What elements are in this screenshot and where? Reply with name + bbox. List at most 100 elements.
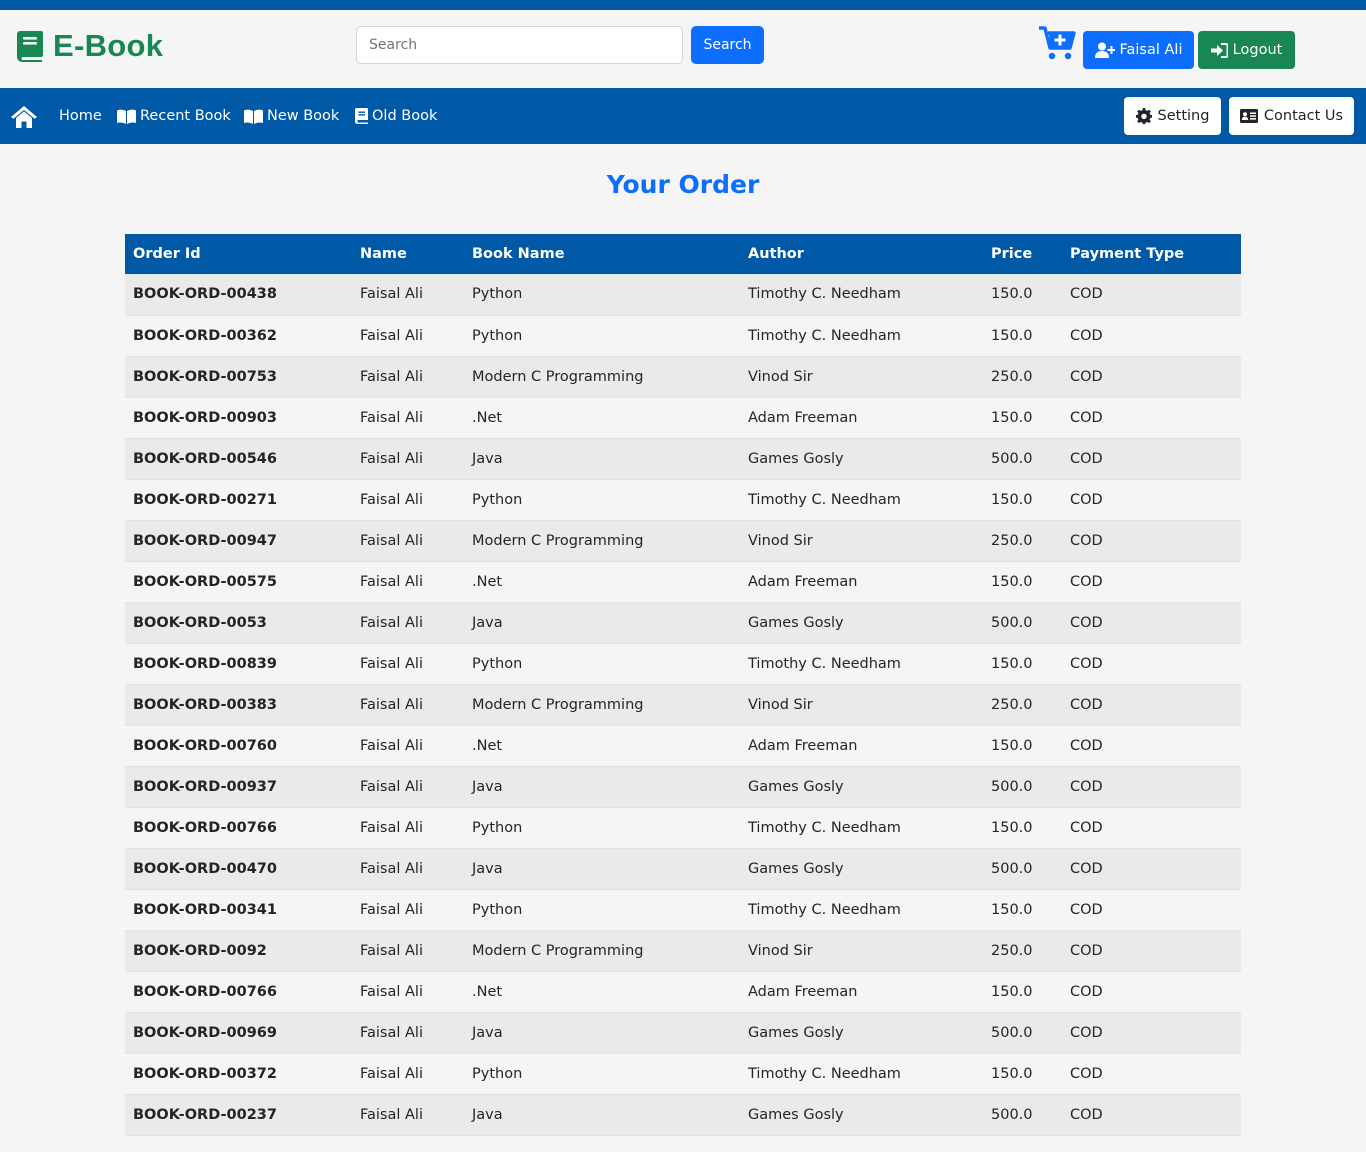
table-row: BOOK-ORD-0092 Faisal Ali Modern C Programm… (125, 930, 1241, 972)
book-icon (355, 108, 368, 124)
payment-type-cell: COD (1062, 1053, 1241, 1095)
author-cell: Vinod Sir (740, 684, 983, 726)
customer-name-cell: Faisal Ali (352, 315, 464, 357)
payment-type-cell: COD (1062, 479, 1241, 521)
table-row: BOOK-ORD-00766 Faisal Ali .Net Adam Freeman… (125, 971, 1241, 1013)
page-title: Your Order (606, 170, 760, 199)
nav-home[interactable]: Home (59, 88, 102, 144)
brand-logo[interactable]: E-Book (15, 28, 163, 64)
table-row: BOOK-ORD-00237 Faisal Ali Java Games Gosly 5… (125, 1094, 1241, 1136)
payment-type-cell: COD (1062, 725, 1241, 767)
payment-type-cell: COD (1062, 520, 1241, 562)
nav-recent-label: Recent Book (140, 108, 231, 124)
payment-type-cell: COD (1062, 274, 1241, 316)
price-cell: 150.0 (983, 274, 1062, 316)
customer-name-cell: Faisal Ali (352, 643, 464, 685)
price-cell: 150.0 (983, 315, 1062, 357)
nav-recent-book[interactable]: Recent Book (117, 88, 231, 144)
nav-new-book[interactable]: New Book (244, 88, 339, 144)
column-header-book-name: Book Name (464, 234, 740, 274)
table-row: BOOK-ORD-00766 Faisal Ali Python Timothy C.… (125, 807, 1241, 849)
payment-type-cell: COD (1062, 889, 1241, 931)
payment-type-cell: COD (1062, 807, 1241, 849)
payment-type-cell: COD (1062, 1094, 1241, 1136)
book-name-cell: .Net (464, 725, 740, 767)
user-name: Faisal Ali (1119, 42, 1183, 58)
author-cell: Games Gosly (740, 766, 983, 808)
contact-label: Contact Us (1263, 108, 1344, 124)
customer-name-cell: Faisal Ali (352, 438, 464, 480)
id-card-icon (1239, 109, 1258, 123)
column-header-price: Price (983, 234, 1062, 274)
order-id-cell: BOOK-ORD-00760 (125, 725, 352, 767)
contact-us-button[interactable]: Contact Us (1229, 97, 1354, 135)
table-row: BOOK-ORD-00341 Faisal Ali Python Timothy C.… (125, 889, 1241, 931)
column-header-order-id: Order Id (125, 234, 352, 274)
price-cell: 500.0 (983, 602, 1062, 644)
payment-type-cell: COD (1062, 602, 1241, 644)
price-cell: 500.0 (983, 766, 1062, 808)
customer-name-cell: Faisal Ali (352, 889, 464, 931)
price-cell: 250.0 (983, 520, 1062, 562)
nav-old-book[interactable]: Old Book (355, 88, 437, 144)
book-name-cell: .Net (464, 397, 740, 439)
user-profile-button[interactable]: Faisal Ali (1083, 31, 1194, 69)
top-accent-strip (0, 0, 1366, 10)
table-row: BOOK-ORD-00969 Faisal Ali Java Games Gosly 5… (125, 1012, 1241, 1054)
author-cell: Timothy C. Needham (740, 315, 983, 357)
customer-name-cell: Faisal Ali (352, 356, 464, 398)
order-id-cell: BOOK-ORD-00903 (125, 397, 352, 439)
author-cell: Timothy C. Needham (740, 807, 983, 849)
order-id-cell: BOOK-ORD-00383 (125, 684, 352, 726)
author-cell: Vinod Sir (740, 520, 983, 562)
table-row: BOOK-ORD-0053 Faisal Ali Java Games Gosly 50… (125, 602, 1241, 644)
author-cell: Timothy C. Needham (740, 1053, 983, 1095)
gear-icon (1135, 108, 1152, 124)
book-name-cell: Modern C Programming (464, 520, 740, 562)
order-id-cell: BOOK-ORD-00470 (125, 848, 352, 890)
book-name-cell: Java (464, 848, 740, 890)
book-open-icon (117, 109, 136, 124)
price-cell: 250.0 (983, 684, 1062, 726)
payment-type-cell: COD (1062, 397, 1241, 439)
price-cell: 250.0 (983, 930, 1062, 972)
author-cell: Timothy C. Needham (740, 643, 983, 685)
site-header: E-Book Search Faisal Ali Logout (0, 10, 1366, 88)
order-id-cell: BOOK-ORD-00839 (125, 643, 352, 685)
order-id-cell: BOOK-ORD-00271 (125, 479, 352, 521)
table-row: BOOK-ORD-00383 Faisal Ali Modern C Program… (125, 684, 1241, 726)
book-name-cell: Java (464, 602, 740, 644)
price-cell: 150.0 (983, 807, 1062, 849)
table-row: BOOK-ORD-00546 Faisal Ali Java Games Gosly 5… (125, 438, 1241, 480)
home-icon[interactable] (11, 106, 37, 128)
book-name-cell: Python (464, 315, 740, 357)
logout-button[interactable]: Logout (1198, 31, 1295, 69)
search-input[interactable] (356, 26, 683, 64)
setting-button[interactable]: Setting (1124, 97, 1221, 135)
nav-old-label: Old Book (372, 108, 438, 124)
author-cell: Games Gosly (740, 1094, 983, 1136)
customer-name-cell: Faisal Ali (352, 602, 464, 644)
search-button[interactable]: Search (691, 26, 764, 64)
author-cell: Adam Freeman (740, 561, 983, 603)
customer-name-cell: Faisal Ali (352, 930, 464, 972)
cart-plus-icon[interactable] (1038, 25, 1076, 61)
main-navbar: Home Recent Book New Book Old Book Setti… (0, 88, 1366, 144)
book-name-cell: Python (464, 1053, 740, 1095)
customer-name-cell: Faisal Ali (352, 274, 464, 316)
table-header-row: Order Id Name Book Name Author Price Pay… (125, 234, 1241, 274)
customer-name-cell: Faisal Ali (352, 561, 464, 603)
order-id-cell: BOOK-ORD-00937 (125, 766, 352, 808)
price-cell: 500.0 (983, 1012, 1062, 1054)
table-row: BOOK-ORD-00947 Faisal Ali Modern C Program… (125, 520, 1241, 562)
payment-type-cell: COD (1062, 438, 1241, 480)
book-name-cell: Java (464, 1094, 740, 1136)
price-cell: 150.0 (983, 725, 1062, 767)
price-cell: 250.0 (983, 356, 1062, 398)
price-cell: 500.0 (983, 438, 1062, 480)
author-cell: Adam Freeman (740, 725, 983, 767)
order-id-cell: BOOK-ORD-00575 (125, 561, 352, 603)
book-name-cell: Python (464, 807, 740, 849)
book-name-cell: Python (464, 274, 740, 316)
order-id-cell: BOOK-ORD-00753 (125, 356, 352, 398)
